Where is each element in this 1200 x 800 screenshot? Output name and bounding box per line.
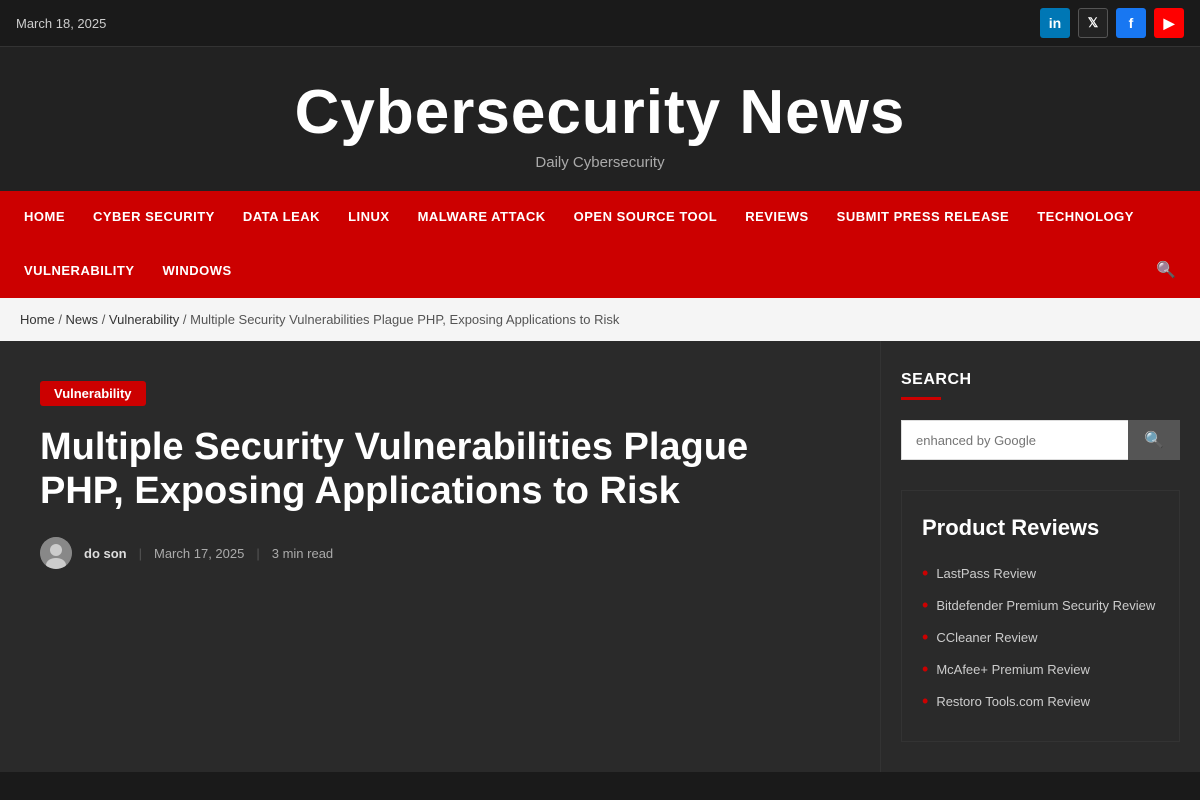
site-title: Cybersecurity News xyxy=(20,77,1180,148)
date-display: March 18, 2025 xyxy=(16,16,106,31)
search-title-underline xyxy=(901,397,941,400)
youtube-icon[interactable]: ▶ xyxy=(1154,8,1184,38)
search-box: 🔍 xyxy=(901,420,1180,460)
nav-item-linux[interactable]: LINUX xyxy=(334,191,404,242)
nav-item-windows[interactable]: WINDOWS xyxy=(149,245,246,296)
breadcrumb-vulnerability[interactable]: Vulnerability xyxy=(109,312,179,327)
twitter-icon[interactable]: 𝕏 xyxy=(1078,8,1108,38)
article-title: Multiple Security Vulnerabilities Plague… xyxy=(40,426,830,513)
site-header: Cybersecurity News Daily Cybersecurity xyxy=(0,47,1200,191)
review-list: LastPass Review Bitdefender Premium Secu… xyxy=(922,557,1159,717)
linkedin-icon[interactable]: in xyxy=(1040,8,1070,38)
breadcrumb-current: Multiple Security Vulnerabilities Plague… xyxy=(190,312,619,327)
product-reviews-section: Product Reviews LastPass Review Bitdefen… xyxy=(901,490,1180,742)
main-layout: Vulnerability Multiple Security Vulnerab… xyxy=(0,341,1200,772)
search-input[interactable] xyxy=(901,420,1128,460)
nav-item-malware-attack[interactable]: MALWARE ATTACK xyxy=(404,191,560,242)
review-link-4[interactable]: McAfee+ Premium Review xyxy=(936,662,1090,677)
top-bar: March 18, 2025 in 𝕏 f ▶ xyxy=(0,0,1200,47)
breadcrumb: Home / News / Vulnerability / Multiple S… xyxy=(0,298,1200,341)
nav-item-open-source-tool[interactable]: OPEN SOURCE TOOL xyxy=(560,191,732,242)
breadcrumb-news[interactable]: News xyxy=(66,312,99,327)
main-nav: HOME CYBER SECURITY DATA LEAK LINUX MALW… xyxy=(0,191,1200,298)
nav-item-reviews[interactable]: REVIEWS xyxy=(731,191,822,242)
nav-item-vulnerability[interactable]: VULNERABILITY xyxy=(10,245,149,296)
author-name: do son xyxy=(84,546,127,561)
facebook-icon[interactable]: f xyxy=(1116,8,1146,38)
article-date: March 17, 2025 xyxy=(154,546,244,561)
nav-item-submit-press-release[interactable]: SUBMIT PRESS RELEASE xyxy=(823,191,1024,242)
review-item-2: Bitdefender Premium Security Review xyxy=(922,589,1159,621)
review-item-5: Restoro Tools.com Review xyxy=(922,685,1159,717)
review-link-3[interactable]: CCleaner Review xyxy=(936,630,1037,645)
review-item-3: CCleaner Review xyxy=(922,621,1159,653)
product-reviews-title: Product Reviews xyxy=(922,515,1159,541)
review-link-1[interactable]: LastPass Review xyxy=(936,566,1036,581)
review-item-4: McAfee+ Premium Review xyxy=(922,653,1159,685)
social-icons: in 𝕏 f ▶ xyxy=(1040,8,1184,38)
review-item-1: LastPass Review xyxy=(922,557,1159,589)
article-meta: do son | March 17, 2025 | 3 min read xyxy=(40,537,830,569)
author-avatar xyxy=(40,537,72,569)
category-badge[interactable]: Vulnerability xyxy=(40,381,146,406)
review-link-2[interactable]: Bitdefender Premium Security Review xyxy=(936,598,1155,613)
review-link-5[interactable]: Restoro Tools.com Review xyxy=(936,694,1090,709)
breadcrumb-home[interactable]: Home xyxy=(20,312,55,327)
site-subtitle: Daily Cybersecurity xyxy=(20,154,1180,171)
nav-item-technology[interactable]: TECHNOLOGY xyxy=(1023,191,1148,242)
sidebar-search-section: SEARCH 🔍 xyxy=(901,371,1180,460)
article-area: Vulnerability Multiple Security Vulnerab… xyxy=(0,341,880,772)
search-icon: 🔍 xyxy=(1144,430,1164,450)
nav-item-home[interactable]: HOME xyxy=(10,191,79,242)
nav-item-cyber-security[interactable]: CYBER SECURITY xyxy=(79,191,229,242)
search-button[interactable]: 🔍 xyxy=(1128,420,1180,460)
search-title: SEARCH xyxy=(901,371,1180,389)
nav-item-data-leak[interactable]: DATA LEAK xyxy=(229,191,334,242)
sidebar: SEARCH 🔍 Product Reviews LastPass Review… xyxy=(880,341,1200,772)
nav-search-icon[interactable]: 🔍 xyxy=(1142,242,1190,298)
article-read-time: 3 min read xyxy=(272,546,333,561)
